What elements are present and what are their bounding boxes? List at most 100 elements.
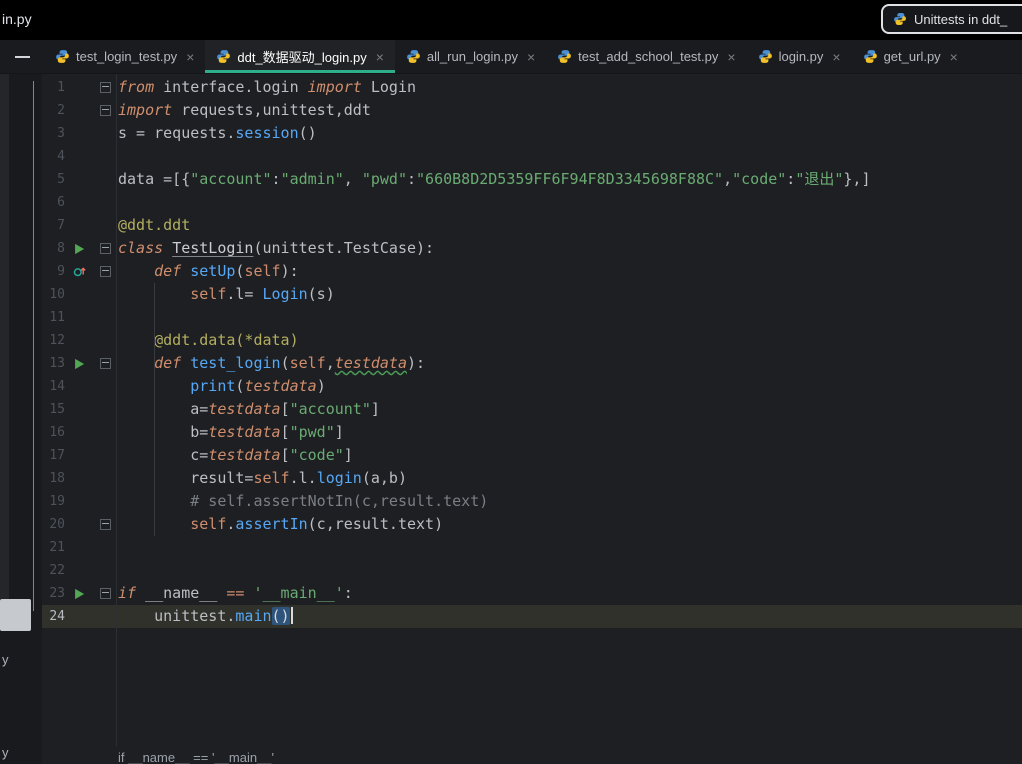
code-editor[interactable]: 1 from interface.login import Login 2 impor… <box>42 74 1022 746</box>
code-line-text[interactable]: class TestLogin(unittest.TestCase): <box>116 237 434 260</box>
code-token: ] <box>334 423 344 441</box>
editor-tab[interactable]: test_login_test.py × <box>44 40 205 73</box>
run-test-icon[interactable] <box>65 352 94 375</box>
gutter-spacer <box>65 329 94 352</box>
code-token: ] <box>370 400 380 418</box>
fold-marker-icon[interactable] <box>99 105 111 116</box>
fold-marker-icon[interactable] <box>99 358 111 369</box>
line-number: 11 <box>49 310 65 325</box>
line-number: 15 <box>49 402 65 417</box>
editor-tab[interactable]: all_run_login.py × <box>395 40 546 73</box>
python-file-icon <box>863 49 878 64</box>
code-line-text[interactable]: self.assertIn(c,result.text) <box>116 513 443 536</box>
code-line-text[interactable]: data =[{"account":"admin", "pwd":"660B8D… <box>116 168 870 191</box>
gutter-spacer <box>65 168 94 191</box>
code-line-text[interactable]: def setUp(self): <box>116 260 299 283</box>
code-token: import <box>118 101 173 119</box>
editor-tab[interactable]: get_url.py × <box>852 40 969 73</box>
code-token: ) <box>316 377 326 395</box>
breadcrumbs-bar: if __name__ == '__main__' <box>42 746 1022 764</box>
line-number: 5 <box>57 172 65 187</box>
code-line-text[interactable]: s = requests.session() <box>116 122 317 145</box>
code-line: 13 def test_login(self,testdata): <box>42 352 1022 375</box>
code-line-text[interactable]: @ddt.data(*data) <box>116 329 299 352</box>
code-line-text[interactable]: print(testdata) <box>116 375 326 398</box>
code-token: "退出" <box>795 170 844 188</box>
fold-marker-icon[interactable] <box>99 519 111 530</box>
code-token: [ <box>280 446 290 464</box>
python-file-icon <box>55 49 70 64</box>
run-test-icon[interactable] <box>65 237 94 260</box>
close-tab-icon[interactable]: × <box>527 49 535 65</box>
line-number: 1 <box>57 80 65 95</box>
code-token: if <box>118 584 137 602</box>
code-line: 5 data =[{"account":"admin", "pwd":"660B8… <box>42 168 1022 191</box>
run-config-selector[interactable]: Unittests in ddt_ <box>881 4 1022 34</box>
close-tab-icon[interactable]: × <box>186 49 194 65</box>
code-line-text[interactable]: unittest.main() <box>116 605 293 628</box>
gutter-spacer <box>65 559 94 582</box>
run-test-icon[interactable] <box>65 582 94 605</box>
fold-marker-icon[interactable] <box>99 243 111 254</box>
code-line-text[interactable]: b=testdata["pwd"] <box>116 421 344 444</box>
close-tab-icon[interactable]: × <box>832 49 840 65</box>
code-token: a= <box>118 400 209 418</box>
gutter-spacer <box>94 329 116 352</box>
code-token: test_login <box>190 354 281 372</box>
code-line-text[interactable]: a=testdata["account"] <box>116 398 380 421</box>
code-line-text[interactable]: from interface.login import Login <box>116 76 416 99</box>
gutter-spacer <box>65 605 94 628</box>
run-config-label: Unittests in ddt_ <box>914 11 1008 27</box>
python-file-icon <box>406 49 421 64</box>
code-token: , <box>325 354 335 372</box>
stripe-divider <box>33 81 34 611</box>
code-token: ): <box>280 262 299 280</box>
code-token: import <box>307 78 362 96</box>
code-token: , <box>723 170 733 188</box>
code-line-text[interactable]: # self.assertNotIn(c,result.text) <box>116 490 488 513</box>
hide-tab-strip-button[interactable] <box>0 40 44 73</box>
code-token: __name__ <box>136 584 227 602</box>
code-token: (unittest.TestCase): <box>253 239 435 257</box>
editor-tab[interactable]: test_add_school_test.py × <box>546 40 746 73</box>
stripe-highlight-block[interactable] <box>0 599 31 631</box>
gutter-spacer <box>65 421 94 444</box>
gutter-spacer <box>65 306 94 329</box>
editor-tab[interactable]: ddt_数据驱动_login.py × <box>205 40 395 73</box>
stripe-partial-label[interactable]: y <box>2 652 9 667</box>
close-tab-icon[interactable]: × <box>376 49 384 65</box>
code-line-text[interactable]: c=testdata["code"] <box>116 444 353 467</box>
code-line: 21 <box>42 536 1022 559</box>
code-token: testdata <box>208 423 281 441</box>
breadcrumb-text[interactable]: if __name__ == '__main__' <box>118 748 274 764</box>
code-line-text[interactable]: @ddt.ddt <box>116 214 190 237</box>
gutter-spacer <box>94 605 116 628</box>
close-tab-icon[interactable]: × <box>950 49 958 65</box>
code-token: (s) <box>307 285 335 303</box>
fold-marker-icon[interactable] <box>99 266 111 277</box>
editor-tab[interactable]: login.py × <box>747 40 852 73</box>
override-method-icon[interactable] <box>65 260 94 283</box>
code-token: # self.assertNotIn(c,result.text) <box>190 492 489 510</box>
gutter-spacer <box>65 122 94 145</box>
code-token: def <box>154 262 182 280</box>
stripe-partial-label[interactable]: y <box>2 745 9 760</box>
code-line-text[interactable]: self.l= Login(s) <box>116 283 335 306</box>
code-line: 4 <box>42 145 1022 168</box>
fold-marker-icon[interactable] <box>99 588 111 599</box>
code-line-text[interactable]: import requests,unittest,ddt <box>116 99 371 122</box>
indent-guide <box>154 283 155 536</box>
fold-marker-icon[interactable] <box>99 82 111 93</box>
close-tab-icon[interactable]: × <box>727 49 735 65</box>
code-line: 6 <box>42 191 1022 214</box>
code-token: [ <box>280 400 290 418</box>
code-line-text[interactable]: result=self.l.login(a,b) <box>116 467 407 490</box>
gutter-spacer <box>94 306 116 329</box>
code-line: 17 c=testdata["code"] <box>42 444 1022 467</box>
code-token: , <box>343 170 362 188</box>
code-token: s = requests. <box>118 124 236 142</box>
code-line-text[interactable]: def test_login(self,testdata): <box>116 352 425 375</box>
code-line-text[interactable]: if __name__ == '__main__': <box>116 582 353 605</box>
code-token: "pwd" <box>361 170 407 188</box>
